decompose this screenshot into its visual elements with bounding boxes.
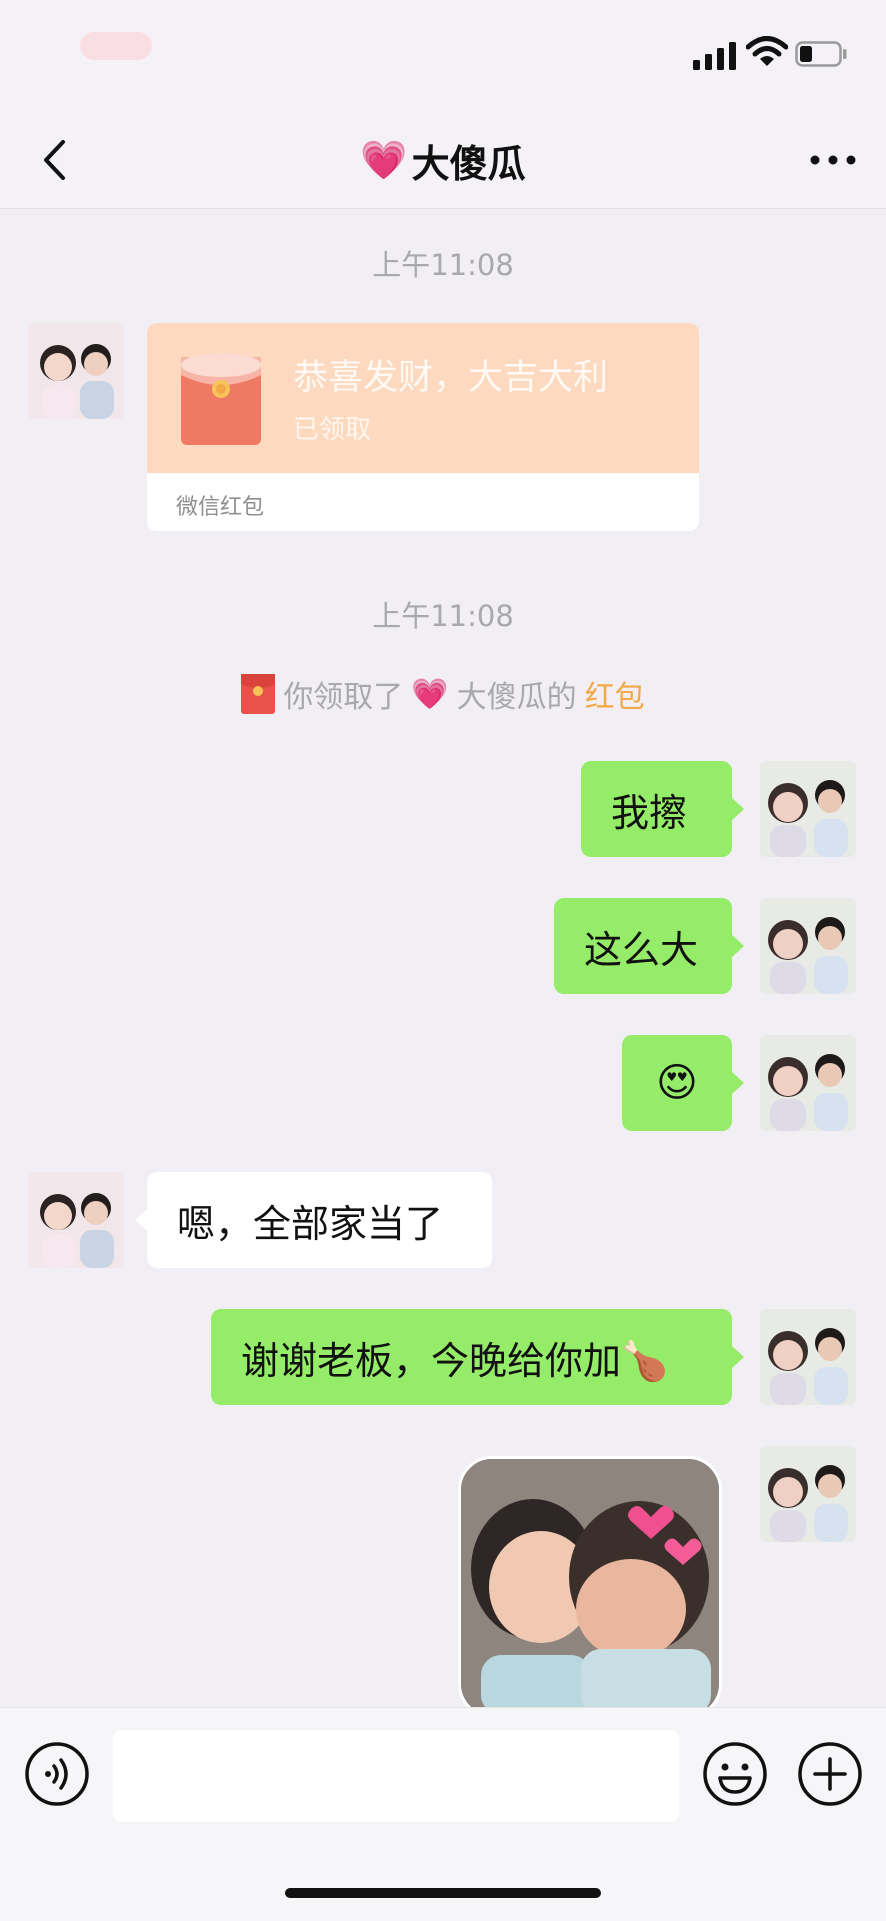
message-sent[interactable]: 谢谢老板，今晚给你加🍗 — [211, 1309, 744, 1405]
avatar-image — [760, 761, 856, 857]
message-emoji: 😍 — [656, 1060, 698, 1106]
status-pill — [80, 32, 152, 60]
avatar-self[interactable] — [760, 1309, 856, 1405]
message-sent[interactable]: 我擦 — [581, 761, 744, 857]
timestamp: 上午11:08 — [372, 599, 514, 633]
avatar-image — [760, 898, 856, 994]
sticker-message[interactable] — [458, 1456, 722, 1707]
avatar-self[interactable] — [760, 1035, 856, 1131]
sticker-image — [461, 1459, 719, 1707]
notice-red-packet-link[interactable]: 红包 — [585, 672, 645, 716]
message-text: 谢谢老板，今晚给你加🍗 — [241, 1338, 669, 1383]
timestamp: 上午11:08 — [372, 248, 514, 282]
nav-bar: 💗 大傻瓜 — [0, 110, 886, 209]
avatar-contact[interactable] — [28, 1172, 124, 1268]
message-sent[interactable]: 😍 — [622, 1035, 744, 1131]
voice-button[interactable] — [24, 1741, 90, 1807]
red-packet-label: 微信红包 — [176, 495, 265, 520]
home-indicator — [285, 1888, 601, 1898]
message-text: 这么大 — [584, 927, 699, 972]
emoji-button[interactable] — [702, 1741, 768, 1807]
system-notice: 你领取了 💗 大傻瓜的 红包 — [0, 669, 886, 719]
chat-area[interactable]: 上午11:08 恭喜发财，大吉大利 已领取 微信红包 上午11:08 你领取了 … — [0, 209, 886, 1707]
status-bar — [0, 0, 886, 110]
signal-icon — [693, 42, 736, 70]
red-packet-icon — [241, 674, 276, 714]
message-text: 嗯，全部家当了 — [177, 1201, 444, 1246]
message-text: 我擦 — [611, 790, 688, 835]
plus-icon — [798, 1742, 862, 1806]
emoji-icon — [703, 1742, 767, 1806]
avatar-image — [28, 1172, 124, 1268]
plus-button[interactable] — [797, 1741, 863, 1807]
red-packet-title: 恭喜发财，大吉大利 — [293, 358, 609, 398]
avatar-image — [760, 1446, 856, 1542]
red-packet-icon — [181, 353, 261, 445]
avatar-self[interactable] — [760, 898, 856, 994]
red-packet-message[interactable]: 恭喜发财，大吉大利 已领取 微信红包 — [147, 323, 699, 531]
notice-name: 大傻瓜的 — [456, 680, 577, 715]
avatar-image — [28, 323, 124, 419]
battery-icon — [795, 41, 847, 67]
heart-emoji: 💗 — [360, 137, 408, 182]
voice-icon — [25, 1742, 89, 1806]
more-button[interactable] — [802, 136, 864, 184]
message-received[interactable]: 嗯，全部家当了 — [135, 1172, 492, 1268]
more-icon — [810, 155, 856, 165]
contact-name: 大傻瓜 — [411, 141, 526, 186]
chat-title: 💗 大傻瓜 — [0, 130, 886, 190]
avatar-image — [760, 1035, 856, 1131]
avatar-self[interactable] — [760, 1446, 856, 1542]
message-input[interactable] — [113, 1730, 679, 1822]
avatar-self[interactable] — [760, 761, 856, 857]
notice-prefix: 你领取了 — [283, 680, 404, 715]
avatar-image — [760, 1309, 856, 1405]
red-packet-status: 已领取 — [293, 415, 372, 445]
input-bar — [0, 1707, 886, 1921]
message-sent[interactable]: 这么大 — [554, 898, 744, 994]
avatar-contact[interactable] — [28, 323, 124, 419]
wifi-icon — [746, 36, 788, 66]
notice-emoji: 💗 — [411, 676, 449, 712]
red-packet-body: 恭喜发财，大吉大利 已领取 — [147, 323, 699, 473]
